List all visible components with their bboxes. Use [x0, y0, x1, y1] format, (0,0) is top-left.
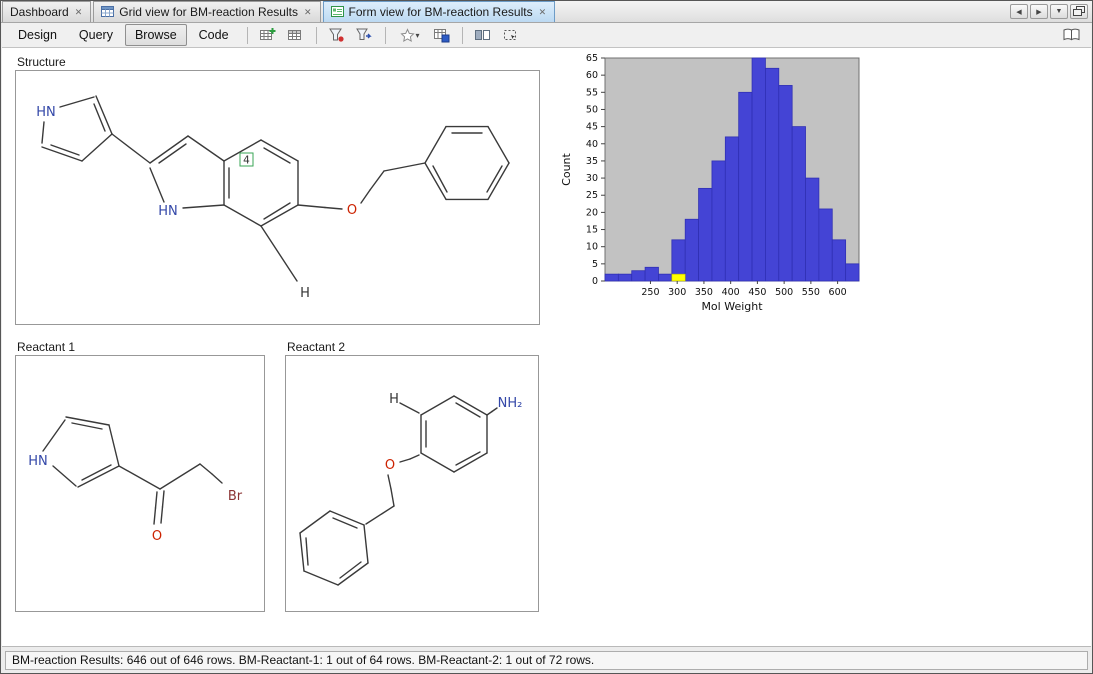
menu-code[interactable]: Code — [189, 24, 239, 46]
form-view-icon — [331, 5, 344, 18]
svg-text:45: 45 — [586, 122, 598, 133]
svg-text:500: 500 — [775, 287, 793, 298]
svg-text:55: 55 — [586, 87, 598, 98]
tab-dashboard[interactable]: Dashboard ✕ — [2, 1, 91, 22]
restore-window-button[interactable] — [1070, 4, 1088, 19]
reactant1-canvas[interactable]: HN O Br — [15, 355, 265, 612]
svg-text:450: 450 — [748, 287, 766, 298]
atom-label: H — [300, 286, 310, 301]
select-region-icon — [502, 27, 519, 43]
svg-text:25: 25 — [586, 190, 598, 201]
tab-close-icon[interactable]: ✕ — [538, 7, 548, 17]
tile-layout-icon — [474, 27, 491, 43]
reactant1-molecule-drawing: HN O Br — [16, 356, 264, 611]
tile-layout-button[interactable] — [470, 25, 496, 46]
tab-grid-view-label: Grid view for BM-reaction Results — [119, 5, 298, 19]
reactant2-canvas[interactable]: H NH₂ — [285, 355, 539, 612]
filter-icon — [328, 27, 345, 43]
tab-bar: Dashboard ✕ Grid view for BM-reaction Re… — [1, 1, 1092, 23]
menu-design[interactable]: Design — [8, 24, 67, 46]
restore-window-icon — [1073, 6, 1085, 17]
atom-label: HN — [158, 204, 178, 219]
reactant1-panel: Reactant 1 HN — [15, 341, 265, 612]
dropdown-caret-icon: ▾ — [416, 31, 420, 40]
form-view-content: Structure HN — [2, 48, 1091, 648]
svg-text:65: 65 — [586, 53, 598, 64]
edit-grid-button[interactable] — [283, 25, 309, 46]
workbook-button[interactable] — [1058, 25, 1084, 46]
clear-filter-icon — [356, 27, 373, 43]
save-grid-icon — [433, 27, 450, 43]
atom-label: O — [347, 203, 357, 218]
reactant2-panel-title: Reactant 2 — [287, 341, 539, 354]
svg-text:5: 5 — [592, 259, 598, 270]
status-bar: BM-reaction Results: 646 out of 646 rows… — [2, 646, 1091, 672]
atom-map-number: 4 — [243, 155, 250, 167]
app-window: Dashboard ✕ Grid view for BM-reaction Re… — [0, 0, 1093, 674]
menu-query[interactable]: Query — [69, 24, 123, 46]
new-grid-icon — [259, 27, 276, 43]
svg-text:600: 600 — [829, 287, 847, 298]
new-grid-button[interactable] — [255, 25, 281, 46]
structure-canvas[interactable]: HN HN — [15, 70, 540, 325]
atom-label: Br — [228, 489, 243, 504]
reactant2-molecule-drawing: H NH₂ — [286, 356, 538, 611]
svg-text:60: 60 — [586, 70, 598, 81]
svg-text:35: 35 — [586, 156, 598, 167]
svg-text:300: 300 — [668, 287, 686, 298]
svg-text:15: 15 — [586, 225, 598, 236]
scroll-tabs-right-button[interactable]: ▶ — [1030, 4, 1048, 19]
svg-text:350: 350 — [695, 287, 713, 298]
edit-grid-icon — [287, 27, 304, 43]
atom-label: HN — [36, 105, 56, 120]
structure-panel-title: Structure — [17, 56, 540, 69]
svg-text:50: 50 — [586, 104, 598, 115]
workbook-icon — [1062, 27, 1081, 43]
scroll-tabs-left-button[interactable]: ◀ — [1010, 4, 1028, 19]
toolbar-separator — [385, 27, 386, 44]
tab-grid-view[interactable]: Grid view for BM-reaction Results ✕ — [93, 1, 320, 22]
svg-text:550: 550 — [802, 287, 820, 298]
tab-dashboard-label: Dashboard — [10, 5, 69, 19]
reactant2-panel: Reactant 2 H — [285, 341, 539, 612]
clear-filter-button[interactable] — [352, 25, 378, 46]
tab-close-icon[interactable]: ✕ — [74, 7, 84, 17]
toolbar-separator — [247, 27, 248, 44]
tab-controls: ◀ ▶ ▼ — [1010, 4, 1092, 22]
reactant1-panel-title: Reactant 1 — [17, 341, 265, 354]
svg-text:0: 0 — [592, 276, 598, 287]
status-text: BM-reaction Results: 646 out of 646 rows… — [5, 651, 1088, 670]
svg-text:40: 40 — [586, 139, 598, 150]
svg-text:Count: Count — [560, 152, 573, 185]
save-grid-button[interactable] — [429, 25, 455, 46]
tab-list-button[interactable]: ▼ — [1050, 4, 1068, 19]
toolbar-separator — [316, 27, 317, 44]
toolbar: Design Query Browse Code — [2, 23, 1091, 48]
menu-browse[interactable]: Browse — [125, 24, 187, 46]
select-region-button[interactable] — [498, 25, 524, 46]
svg-text:30: 30 — [586, 173, 598, 184]
toolbar-separator — [462, 27, 463, 44]
filter-button[interactable] — [324, 25, 350, 46]
tab-form-view-label: Form view for BM-reaction Results — [349, 5, 533, 19]
tab-close-icon[interactable]: ✕ — [303, 7, 313, 17]
atom-label: O — [152, 529, 162, 544]
atom-label: NH₂ — [498, 396, 523, 411]
grid-view-icon — [101, 5, 114, 18]
structure-molecule-drawing: HN HN — [16, 71, 539, 324]
svg-text:250: 250 — [641, 287, 659, 298]
atom-label: HN — [28, 454, 48, 469]
tab-form-view[interactable]: Form view for BM-reaction Results ✕ — [323, 1, 556, 22]
svg-text:Mol Weight: Mol Weight — [701, 300, 763, 313]
favorites-button[interactable]: ▾ — [393, 25, 427, 46]
mol-weight-histogram[interactable]: 0 5 10 15 20 25 30 35 40 45 50 55 60 65 250 300 350 400 45… — [560, 50, 870, 322]
svg-text:400: 400 — [722, 287, 740, 298]
favorites-star-icon — [400, 28, 415, 43]
svg-text:10: 10 — [586, 242, 598, 253]
atom-label: H — [389, 392, 399, 407]
atom-label: O — [385, 458, 395, 473]
structure-panel: Structure HN — [15, 56, 540, 325]
svg-text:20: 20 — [586, 207, 598, 218]
